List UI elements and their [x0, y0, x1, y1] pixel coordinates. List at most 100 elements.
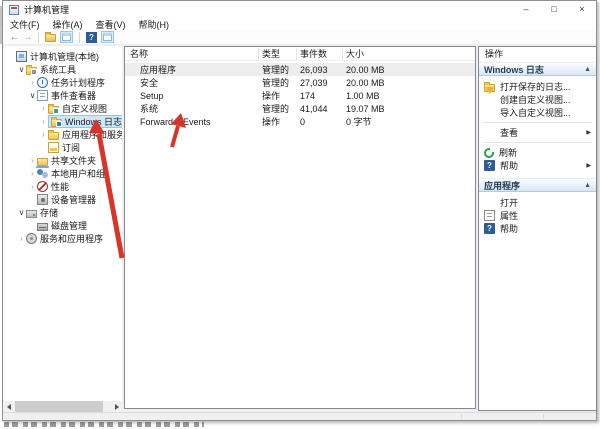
menu-help[interactable]: 帮助(H): [139, 18, 170, 31]
expand-arrow[interactable]: ›: [28, 182, 37, 191]
help-icon: [484, 223, 495, 234]
cell-type: 管理的: [258, 63, 296, 76]
action-create-custom-view[interactable]: 创建自定义视图...: [479, 93, 596, 106]
computer-management-window: 计算机管理 – □ × 文件(F) 操作(A) 查看(V) 帮助(H) ← →: [2, 0, 597, 421]
scroll-right-icon[interactable]: [111, 401, 122, 412]
cell-name: 系统: [125, 102, 258, 115]
column-header-name[interactable]: 名称: [125, 47, 258, 60]
back-icon[interactable]: ←: [8, 32, 21, 43]
tree-horizontal-scrollbar[interactable]: [4, 401, 122, 412]
computer-icon: [16, 51, 27, 62]
action-refresh[interactable]: 刷新: [479, 146, 596, 159]
scrollbar-thumb[interactable]: [15, 401, 103, 412]
expand-arrow[interactable]: ∨: [17, 208, 26, 217]
app-services-logs-folder-icon: [48, 132, 59, 140]
tree-item-custom-views[interactable]: › 自定义视图: [4, 102, 122, 115]
forward-icon[interactable]: →: [21, 32, 34, 43]
table-row-setup[interactable]: Setup 操作 174 1.00 MB: [125, 89, 475, 102]
submenu-arrow-icon: ▶: [586, 162, 596, 169]
action-help-application[interactable]: 帮助: [479, 222, 596, 235]
window-title: 计算机管理: [24, 3, 69, 16]
cell-type: 管理的: [258, 76, 296, 89]
maximize-button[interactable]: □: [540, 1, 568, 18]
close-button[interactable]: ×: [568, 1, 596, 18]
tree-item-disk-management[interactable]: 磁盘管理: [4, 219, 122, 232]
collapse-icon[interactable]: ▲: [584, 182, 591, 189]
action-help[interactable]: 帮助 ▶: [479, 159, 596, 172]
column-header-size[interactable]: 大小: [342, 48, 475, 60]
action-open[interactable]: 打开: [479, 196, 596, 209]
menu-view[interactable]: 查看(V): [96, 18, 126, 31]
action-label: 创建自定义视图...: [500, 93, 571, 106]
action-import-custom-view[interactable]: 导入自定义视图...: [479, 106, 596, 119]
tree-item-label: 系统工具: [40, 63, 76, 76]
expand-arrow[interactable]: ›: [39, 104, 48, 113]
section-header-label: 应用程序: [484, 179, 520, 192]
expand-arrow[interactable]: ›: [39, 130, 48, 139]
tree-item-applications-services-logs[interactable]: › 应用程序和服务日志: [4, 128, 122, 141]
action-view[interactable]: 查看 ▶: [479, 126, 596, 139]
show-action-pane-icon[interactable]: [101, 31, 114, 43]
tree-item-shared-folders[interactable]: › 共享文件夹: [4, 154, 122, 167]
actions-separator: [483, 142, 592, 143]
table-row-application[interactable]: 应用程序 管理的 26,093 20.00 MB: [125, 63, 475, 76]
tree-item-task-scheduler[interactable]: › 任务计划程序: [4, 76, 122, 89]
collapse-icon[interactable]: ▲: [584, 66, 591, 73]
cell-name: ForwardedEvents: [125, 117, 258, 127]
action-open-saved-log[interactable]: 打开保存的日志...: [479, 80, 596, 93]
tree-item-device-manager[interactable]: 设备管理器: [4, 193, 122, 206]
actions-section-application[interactable]: 应用程序 ▲: [479, 178, 596, 192]
statusbar-separator: [461, 414, 462, 419]
scroll-left-icon[interactable]: [4, 401, 15, 412]
expand-arrow[interactable]: ∨: [17, 65, 26, 74]
cell-size: 20.00 MB: [342, 65, 475, 75]
table-row-security[interactable]: 安全 管理的 27,039 20.00 MB: [125, 76, 475, 89]
show-console-tree-icon[interactable]: [60, 31, 73, 43]
expand-arrow[interactable]: ∨: [28, 91, 37, 100]
windows-logs-folder-icon: [51, 119, 62, 127]
tree-item-local-users-groups[interactable]: › 本地用户和组: [4, 167, 122, 180]
actions-section-windows-logs[interactable]: Windows 日志 ▲: [479, 62, 596, 76]
cell-type: 操作: [258, 89, 296, 102]
app-icon: [9, 5, 19, 15]
up-level-folder-icon[interactable]: [45, 34, 56, 42]
toolbar-separator: [38, 32, 39, 43]
cell-name: 安全: [125, 76, 258, 89]
tree-item-computer-management-local[interactable]: 计算机管理(本地): [4, 50, 122, 63]
tree-item-windows-logs[interactable]: › Windows 日志: [4, 115, 122, 128]
tree-item-storage[interactable]: ∨ 存储: [4, 206, 122, 219]
menu-action[interactable]: 操作(A): [53, 18, 83, 31]
performance-icon: [37, 181, 48, 192]
expand-arrow[interactable]: ›: [28, 78, 37, 87]
action-label: 导入自定义视图...: [500, 106, 571, 119]
expand-arrow[interactable]: ›: [39, 117, 48, 126]
titlebar: 计算机管理 – □ ×: [3, 1, 596, 18]
tree-item-subscriptions[interactable]: 订阅: [4, 141, 122, 154]
storage-icon: [26, 210, 37, 218]
action-properties[interactable]: 属性: [479, 209, 596, 222]
tree-item-label: 订阅: [62, 141, 80, 154]
tree-item-event-viewer[interactable]: ∨ 事件查看器: [4, 89, 122, 102]
tree-item-performance[interactable]: › 性能: [4, 180, 122, 193]
action-label: 打开保存的日志...: [500, 80, 571, 93]
column-header-type[interactable]: 类型: [258, 48, 296, 60]
console-tree-pane: 计算机管理(本地) ∨ 系统工具 › 任务计划程序 ∨: [4, 46, 122, 412]
menu-file[interactable]: 文件(F): [10, 18, 40, 31]
column-header-events[interactable]: 事件数: [296, 48, 342, 60]
cell-name: Setup: [125, 91, 258, 101]
table-row-forwarded-events[interactable]: ForwardedEvents 操作 0 0 字节: [125, 115, 475, 128]
expand-arrow[interactable]: ›: [17, 234, 26, 243]
client-area: 计算机管理(本地) ∨ 系统工具 › 任务计划程序 ∨: [3, 45, 596, 412]
minimize-button[interactable]: –: [512, 1, 540, 18]
tree-item-label: 设备管理器: [51, 193, 96, 206]
scrollbar-track[interactable]: [15, 401, 111, 412]
help-icon[interactable]: [86, 32, 97, 43]
expand-arrow[interactable]: ›: [28, 169, 37, 178]
table-row-system[interactable]: 系统 管理的 41,044 19.07 MB: [125, 102, 475, 115]
tree-item-services-applications[interactable]: › 服务和应用程序: [4, 232, 122, 245]
actions-separator: [483, 122, 592, 123]
system-tools-folder-icon: [26, 67, 37, 75]
action-label: 打开: [500, 196, 518, 209]
expand-arrow[interactable]: ›: [28, 156, 37, 165]
tree-item-system-tools[interactable]: ∨ 系统工具: [4, 63, 122, 76]
